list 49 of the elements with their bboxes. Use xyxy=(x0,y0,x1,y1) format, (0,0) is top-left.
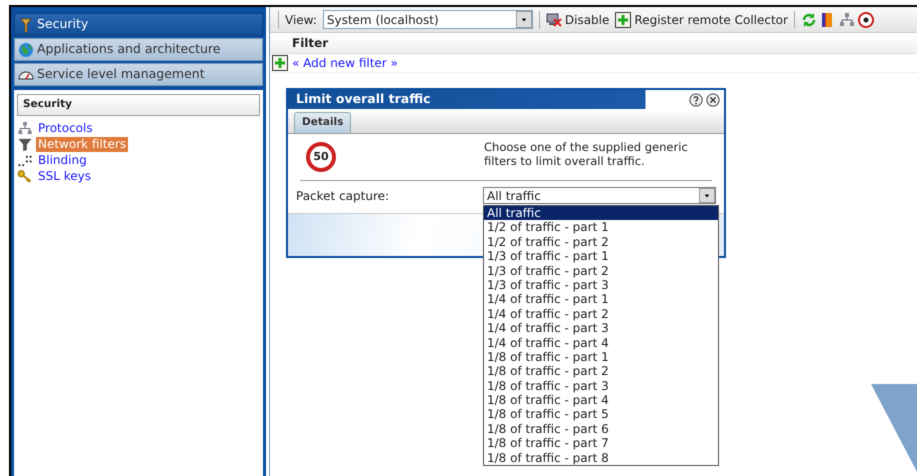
dropdown-option[interactable]: 1/8 of traffic - part 7 xyxy=(484,436,718,451)
dropdown-option[interactable]: 1/2 of traffic - part 2 xyxy=(484,234,718,250)
tree-item[interactable]: Blinding xyxy=(36,153,89,168)
dropdown-option[interactable]: 1/8 of traffic - part 3 xyxy=(484,378,718,394)
speed-limit-icon[interactable] xyxy=(858,12,874,28)
view-dropdown[interactable]: System (localhost) xyxy=(322,10,533,29)
dropdown-option[interactable]: 1/4 of traffic - part 4 xyxy=(484,336,718,350)
dropdown-option[interactable]: 1/8 of traffic - part 2 xyxy=(484,364,718,379)
field-label: Packet capture: xyxy=(296,188,390,205)
key-icon xyxy=(17,169,33,184)
dropdown-option[interactable]: 1/3 of traffic - part 3 xyxy=(484,278,718,292)
dropdown-option[interactable]: 1/3 of traffic - part 1 xyxy=(484,249,718,264)
network-icon xyxy=(17,121,33,136)
dots-icon xyxy=(17,153,33,168)
section-tab[interactable]: Service level management xyxy=(14,63,263,86)
add-filter-link[interactable]: « Add new filter » xyxy=(292,54,398,72)
view-label: View: xyxy=(285,12,317,28)
torch-icon xyxy=(18,16,34,32)
globe-icon xyxy=(18,42,34,58)
caret-icon xyxy=(703,192,711,198)
dropdown-option[interactable]: All traffic xyxy=(484,206,718,220)
dropdown-option[interactable]: 1/3 of traffic - part 2 xyxy=(484,264,718,278)
tree-item[interactable]: Protocols xyxy=(36,121,95,136)
dropdown-option[interactable]: 1/8 of traffic - part 6 xyxy=(484,422,718,436)
tree-item[interactable]: SSL keys xyxy=(36,169,93,184)
description-text: Choose one of the supplied generic filters to limit overall traffic. xyxy=(484,140,689,170)
toolbar-button[interactable]: Disable xyxy=(546,10,610,28)
caret-icon xyxy=(520,16,528,22)
dropdown-option[interactable]: 1/8 of traffic - part 5 xyxy=(484,407,718,422)
speed-limit-sign: 50 xyxy=(306,142,336,172)
close-icon[interactable] xyxy=(706,92,720,106)
dropdown-option[interactable]: 1/8 of traffic - part 4 xyxy=(484,393,718,408)
section-tab[interactable]: Applications and architecture xyxy=(14,38,263,61)
dropdown-option[interactable]: 1/8 of traffic - part 1 xyxy=(484,350,718,364)
section-tab[interactable]: Security xyxy=(14,13,263,36)
network-icon[interactable] xyxy=(838,12,855,28)
help-icon[interactable] xyxy=(689,92,703,106)
dropdown-option[interactable]: 1/4 of traffic - part 1 xyxy=(484,292,718,307)
plus-icon xyxy=(615,12,632,28)
tree-heading: Security xyxy=(17,94,260,116)
dialog-tab[interactable]: Details xyxy=(294,112,352,133)
dropdown-option[interactable]: 1/4 of traffic - part 2 xyxy=(484,306,718,322)
dialog-title: Limit overall traffic xyxy=(296,90,431,108)
toolbar-button[interactable]: Register remote Collector xyxy=(615,10,788,28)
dropdown-option[interactable]: 1/4 of traffic - part 3 xyxy=(484,321,718,336)
dropdown-option[interactable]: 1/8 of traffic - part 8 xyxy=(484,450,718,466)
funnel-icon xyxy=(17,137,33,152)
monitor-cross-icon xyxy=(546,12,562,28)
dropdown-option[interactable]: 1/2 of traffic - part 1 xyxy=(484,220,718,235)
